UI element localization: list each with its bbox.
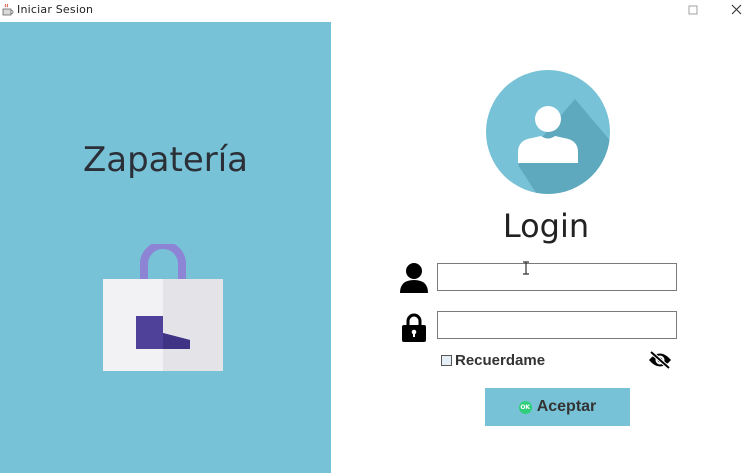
window-title: Iniciar Sesion	[17, 3, 94, 16]
eye-slash-icon[interactable]	[648, 350, 672, 370]
remember-checkbox[interactable]: Recuerdame	[441, 351, 546, 369]
ok-icon: OK	[518, 400, 532, 414]
user-icon	[400, 263, 428, 293]
username-input[interactable]	[437, 263, 677, 291]
password-input[interactable]	[437, 311, 677, 339]
brand-panel: Zapatería	[0, 22, 331, 473]
title-bar: Iniciar Sesion	[0, 0, 753, 21]
text-cursor-icon	[523, 261, 529, 275]
login-title: Login	[502, 207, 590, 245]
checkbox-box[interactable]	[441, 354, 452, 366]
close-icon[interactable]	[727, 2, 747, 18]
maximize-icon[interactable]	[683, 2, 703, 18]
lock-icon	[402, 313, 426, 342]
remember-label: Recuerdame	[455, 351, 546, 369]
brand-title: Zapatería	[82, 140, 249, 180]
java-coffee-icon	[2, 3, 14, 16]
accept-label: Aceptar	[536, 398, 597, 415]
shopping-bag-with-shoe-icon	[103, 244, 223, 371]
accept-button[interactable]: OK Aceptar	[485, 388, 630, 426]
user-avatar-icon	[486, 70, 610, 194]
